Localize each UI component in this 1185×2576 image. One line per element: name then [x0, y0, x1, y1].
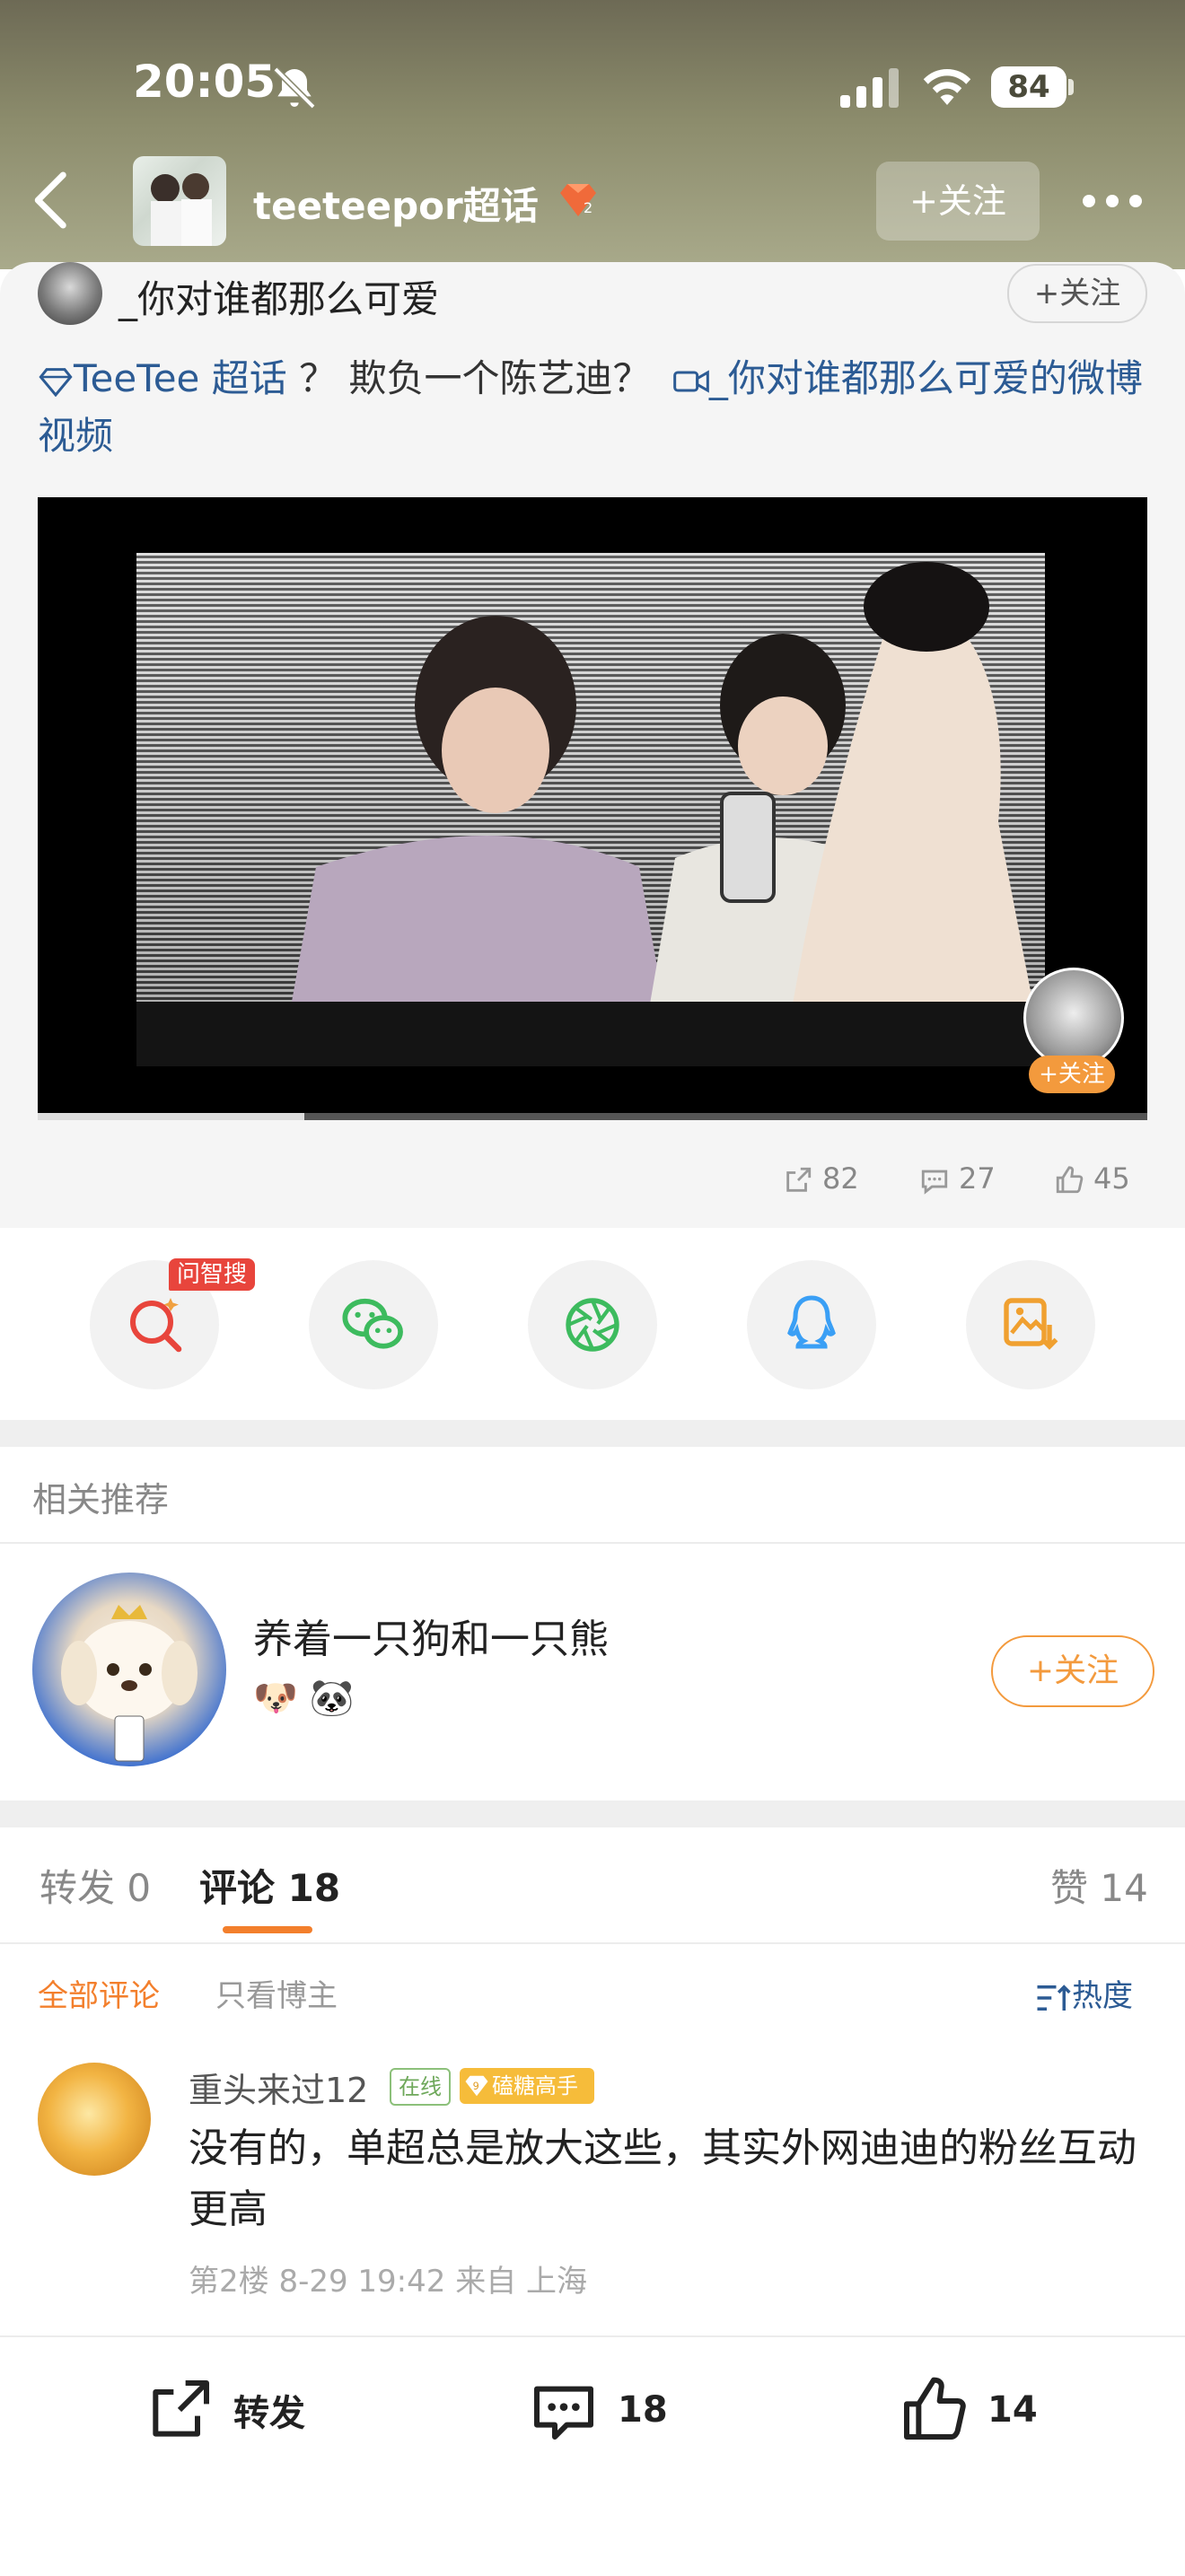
share-moments-button[interactable] — [528, 1260, 657, 1389]
commenter-avatar[interactable] — [38, 2063, 151, 2176]
divider — [0, 1542, 1185, 1544]
share-wechat-button[interactable] — [309, 1260, 438, 1389]
recommend-name[interactable]: 养着一只狗和一只熊 — [253, 1607, 609, 1664]
back-arrow-icon[interactable] — [25, 169, 79, 232]
qq-penguin-icon — [787, 1295, 836, 1349]
video-progress-fill — [38, 1113, 304, 1120]
status-time: 20:05 — [133, 56, 276, 108]
bottom-like-button[interactable]: 14 — [898, 2370, 1038, 2450]
section-separator — [0, 1801, 1185, 1827]
like-count[interactable]: 45 — [1054, 1161, 1130, 1196]
thumb-up-icon — [1056, 1166, 1084, 1194]
tab-comment[interactable]: 评论 18 — [199, 1858, 340, 1913]
repost-icon — [786, 1167, 812, 1192]
share-qq-button[interactable] — [747, 1260, 876, 1389]
comment-text: 没有的，单超总是放大这些，其实外网迪迪的粉丝互动更高 — [189, 2125, 1137, 2232]
author-name[interactable]: _你对谁都那么可爱 — [118, 269, 439, 324]
recommend-header: 相关推荐 — [32, 1480, 170, 1520]
sort-icon — [1037, 1984, 1071, 2011]
comment-count[interactable]: 27 — [919, 1161, 996, 1196]
recommend-avatar[interactable] — [32, 1573, 226, 1766]
supertopic-title: teeteepor超话 — [253, 184, 539, 228]
bottom-repost-button[interactable]: 转发 — [144, 2370, 305, 2450]
author-follow-button[interactable]: +关注 — [1007, 264, 1147, 323]
mute-bell-icon — [273, 66, 316, 110]
moments-aperture-icon — [566, 1298, 619, 1352]
fan-level-gem-icon: 9 — [465, 2075, 488, 2097]
video-frame[interactable] — [136, 553, 1045, 1066]
comment-icon — [534, 2386, 593, 2440]
filter-all-comments[interactable]: 全部评论 — [38, 1971, 160, 2015]
author-avatar[interactable] — [38, 262, 102, 325]
bottom-comment-button[interactable]: 18 — [528, 2370, 668, 2450]
tab-like[interactable]: 赞 14 — [1050, 1858, 1148, 1913]
ai-search-icon — [130, 1298, 182, 1353]
video-camera-icon — [672, 369, 709, 393]
commenter-name[interactable]: 重头来过12 — [189, 2063, 368, 2112]
video-uploader-follow-button[interactable]: +关注 — [1029, 1056, 1115, 1093]
divider — [0, 1942, 1185, 1944]
wifi-icon — [923, 69, 971, 105]
signal-icon — [840, 66, 903, 108]
tab-repost[interactable]: 转发 0 — [40, 1858, 151, 1913]
repost-count[interactable]: 82 — [783, 1161, 859, 1196]
ai-search-badge: 问智搜 — [169, 1258, 255, 1291]
recommend-follow-button[interactable]: +关注 — [991, 1635, 1154, 1707]
level-gem-icon: 2 — [560, 184, 596, 216]
video-uploader-avatar[interactable] — [1023, 968, 1124, 1068]
battery-indicator: 84 — [991, 66, 1066, 108]
post-text: TeeTee 超话 ？ 欺负一个陈艺迪？ _你对谁都那么可爱的微博视频 — [38, 350, 1151, 465]
online-badge: 在线 — [390, 2068, 451, 2106]
wechat-icon — [342, 1298, 403, 1349]
thumb-up-icon — [904, 2377, 966, 2440]
supertopic-thumbnail[interactable] — [133, 156, 226, 246]
recommend-emoji-tags: 🐶 🐼 — [253, 1678, 355, 1719]
section-separator — [0, 1420, 1185, 1447]
active-tab-indicator — [223, 1926, 312, 1933]
comment-meta: 第2楼 8-29 19:42 来自 上海 — [189, 2264, 588, 2300]
svg-text:2: 2 — [584, 199, 592, 216]
save-image-button[interactable] — [966, 1260, 1095, 1389]
header-follow-button[interactable]: +关注 — [876, 162, 1040, 241]
svg-text:9: 9 — [473, 2081, 479, 2092]
more-options-icon[interactable] — [1083, 190, 1146, 212]
filter-author-only[interactable]: 只看博主 — [215, 1971, 338, 2015]
topic-link[interactable]: TeeTee 超话 — [74, 356, 287, 400]
post-body: ？ 欺负一个陈艺迪？ — [299, 356, 651, 400]
save-image-icon — [1004, 1298, 1058, 1350]
video-scene — [136, 562, 1045, 1066]
sort-button[interactable]: 热度 — [1034, 1971, 1133, 2015]
supertopic-diamond-icon — [39, 367, 73, 397]
repost-icon — [153, 2380, 209, 2437]
comment-icon — [921, 1170, 948, 1195]
battery-tip — [1068, 79, 1074, 95]
